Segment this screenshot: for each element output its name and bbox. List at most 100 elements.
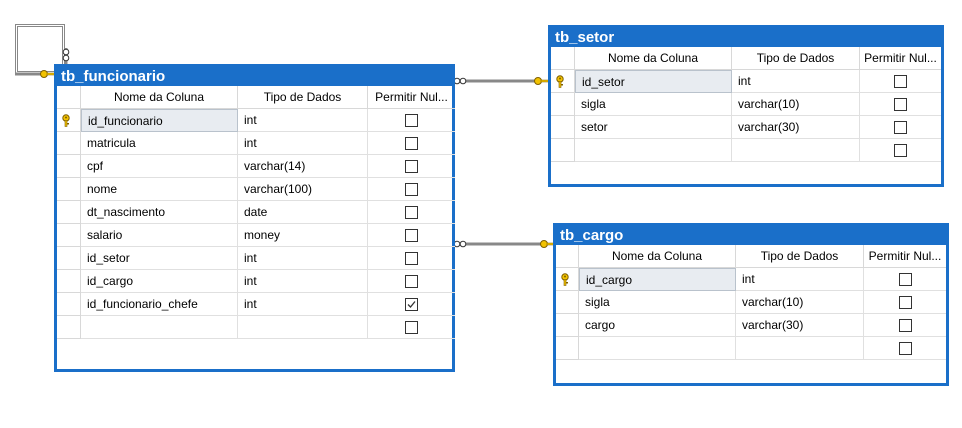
header-permitir-nulos[interactable]: Permitir Nul... <box>368 86 455 109</box>
table-row[interactable]: sigla varchar(10) <box>551 93 941 116</box>
table-row[interactable]: dt_nascimento date <box>57 201 455 224</box>
data-type-cell[interactable]: varchar(30) <box>732 116 860 139</box>
table-tb-cargo[interactable]: tb_cargo Nome da Coluna Tipo de Dados Perm… <box>553 223 949 386</box>
allow-nulls-checkbox[interactable] <box>899 273 912 286</box>
allow-nulls-checkbox[interactable] <box>894 121 907 134</box>
row-selector[interactable] <box>57 270 81 293</box>
table-row[interactable]: cpf varchar(14) <box>57 155 455 178</box>
column-name-cell[interactable]: id_funcionario_chefe <box>81 293 238 316</box>
column-name-cell[interactable]: id_funcionario <box>81 109 238 132</box>
column-name-cell[interactable]: id_setor <box>575 70 732 93</box>
table-row[interactable]: id_setor int <box>551 70 941 93</box>
column-name-cell[interactable]: sigla <box>575 93 732 116</box>
allow-nulls-checkbox[interactable] <box>405 137 418 150</box>
table-row[interactable]: nome varchar(100) <box>57 178 455 201</box>
data-type-cell[interactable]: int <box>238 247 368 270</box>
column-name-cell[interactable]: id_cargo <box>579 268 736 291</box>
data-type-cell[interactable] <box>238 316 368 339</box>
row-selector[interactable] <box>57 293 81 316</box>
row-selector[interactable] <box>551 116 575 139</box>
row-selector[interactable] <box>556 268 579 291</box>
table-row[interactable]: sigla varchar(10) <box>556 291 946 314</box>
table-row[interactable]: id_funcionario int <box>57 109 455 132</box>
column-name-cell[interactable]: sigla <box>579 291 736 314</box>
allow-nulls-checkbox[interactable] <box>894 75 907 88</box>
row-selector[interactable] <box>57 224 81 247</box>
data-type-cell[interactable]: int <box>238 109 368 132</box>
table-row[interactable]: cargo varchar(30) <box>556 314 946 337</box>
row-selector[interactable] <box>551 70 575 93</box>
table-row[interactable]: matricula int <box>57 132 455 155</box>
row-selector[interactable] <box>57 109 81 132</box>
data-type-cell[interactable]: int <box>736 268 864 291</box>
column-name-cell[interactable]: matricula <box>81 132 238 155</box>
data-type-cell[interactable]: date <box>238 201 368 224</box>
allow-nulls-checkbox[interactable] <box>899 296 912 309</box>
header-permitir-nulos[interactable]: Permitir Nul... <box>864 245 946 268</box>
table-row[interactable]: id_cargo int <box>57 270 455 293</box>
table-title[interactable]: tb_funcionario <box>57 67 452 86</box>
allow-nulls-checkbox[interactable] <box>405 321 418 334</box>
table-tb-setor[interactable]: tb_setor Nome da Coluna Tipo de Dados Perm… <box>548 25 944 187</box>
row-selector[interactable] <box>556 337 579 360</box>
header-tipo-de-dados[interactable]: Tipo de Dados <box>732 47 860 70</box>
data-type-cell[interactable] <box>732 139 860 162</box>
table-row[interactable] <box>551 139 941 162</box>
header-permitir-nulos[interactable]: Permitir Nul... <box>860 47 941 70</box>
table-row[interactable] <box>57 316 455 339</box>
table-row[interactable] <box>556 337 946 360</box>
allow-nulls-checkbox[interactable] <box>405 298 418 311</box>
allow-nulls-checkbox[interactable] <box>899 342 912 355</box>
column-name-cell[interactable]: cpf <box>81 155 238 178</box>
data-type-cell[interactable]: varchar(100) <box>238 178 368 201</box>
column-name-cell[interactable]: id_setor <box>81 247 238 270</box>
column-name-cell[interactable]: setor <box>575 116 732 139</box>
data-type-cell[interactable]: int <box>732 70 860 93</box>
table-tb-funcionario[interactable]: tb_funcionario Nome da Coluna Tipo de Dad… <box>54 64 455 372</box>
table-row[interactable]: setor varchar(30) <box>551 116 941 139</box>
column-name-cell[interactable] <box>575 139 732 162</box>
column-name-cell[interactable]: dt_nascimento <box>81 201 238 224</box>
row-selector[interactable] <box>57 247 81 270</box>
row-selector[interactable] <box>57 132 81 155</box>
row-selector[interactable] <box>57 316 81 339</box>
header-nome-da-coluna[interactable]: Nome da Coluna <box>579 245 736 268</box>
table-title[interactable]: tb_setor <box>551 28 941 47</box>
allow-nulls-checkbox[interactable] <box>899 319 912 332</box>
data-type-cell[interactable]: int <box>238 270 368 293</box>
row-selector[interactable] <box>57 155 81 178</box>
header-tipo-de-dados[interactable]: Tipo de Dados <box>238 86 368 109</box>
table-row[interactable]: id_funcionario_chefe int <box>57 293 455 316</box>
row-selector[interactable] <box>551 93 575 116</box>
data-type-cell[interactable]: varchar(10) <box>736 291 864 314</box>
table-row[interactable]: id_setor int <box>57 247 455 270</box>
column-name-cell[interactable] <box>579 337 736 360</box>
allow-nulls-checkbox[interactable] <box>894 144 907 157</box>
allow-nulls-checkbox[interactable] <box>405 206 418 219</box>
data-type-cell[interactable]: varchar(14) <box>238 155 368 178</box>
column-name-cell[interactable]: cargo <box>579 314 736 337</box>
row-selector[interactable] <box>551 139 575 162</box>
header-tipo-de-dados[interactable]: Tipo de Dados <box>736 245 864 268</box>
allow-nulls-checkbox[interactable] <box>405 114 418 127</box>
column-name-cell[interactable]: salario <box>81 224 238 247</box>
column-name-cell[interactable]: id_cargo <box>81 270 238 293</box>
header-nome-da-coluna[interactable]: Nome da Coluna <box>81 86 238 109</box>
data-type-cell[interactable]: varchar(10) <box>732 93 860 116</box>
table-row[interactable]: salario money <box>57 224 455 247</box>
data-type-cell[interactable]: int <box>238 293 368 316</box>
table-title[interactable]: tb_cargo <box>556 226 946 245</box>
table-row[interactable]: id_cargo int <box>556 268 946 291</box>
column-name-cell[interactable]: nome <box>81 178 238 201</box>
allow-nulls-checkbox[interactable] <box>405 160 418 173</box>
data-type-cell[interactable]: int <box>238 132 368 155</box>
allow-nulls-checkbox[interactable] <box>405 275 418 288</box>
data-type-cell[interactable]: varchar(30) <box>736 314 864 337</box>
row-selector[interactable] <box>556 314 579 337</box>
row-selector[interactable] <box>57 178 81 201</box>
header-nome-da-coluna[interactable]: Nome da Coluna <box>575 47 732 70</box>
allow-nulls-checkbox[interactable] <box>894 98 907 111</box>
allow-nulls-checkbox[interactable] <box>405 252 418 265</box>
data-type-cell[interactable]: money <box>238 224 368 247</box>
row-selector[interactable] <box>57 201 81 224</box>
